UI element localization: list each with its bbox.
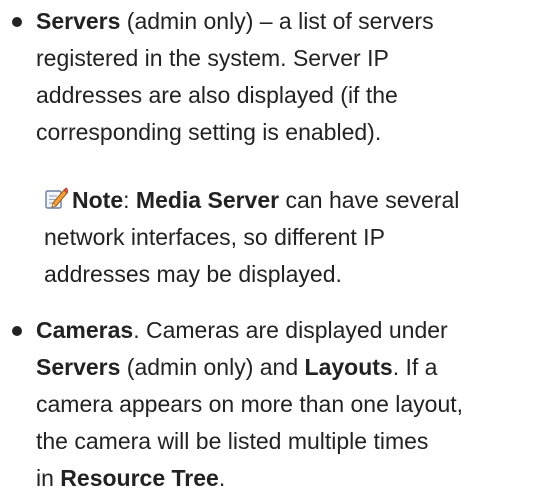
text-line: network interfaces, so different IP [44,224,385,250]
text-fragment: in [36,465,61,491]
text-fragment: : [123,187,136,213]
text-line: the camera will be listed multiple times [36,428,429,454]
list-item-text: Servers (admin only) – a list of servers… [36,3,546,151]
term-layouts: Layouts [304,354,393,380]
text-fragment: (admin only) – a list of servers [120,8,434,34]
text-line: in Resource Tree. [36,460,546,497]
list-item-text: Cameras. Cameras are displayed under Ser… [36,312,546,497]
text-fragment: . Cameras are displayed under [133,317,448,343]
text-line: Servers (admin only) – a list of servers [36,3,546,40]
text-line: camera appears on more than one layout, [36,391,464,417]
text-line: addresses are also displayed (if the [36,82,398,108]
text-fragment: can have several [279,187,460,213]
note-block: Note: Media Server can have several netw… [44,182,544,293]
term-servers: Servers [36,354,121,380]
list-item-cameras: Cameras. Cameras are displayed under Ser… [0,312,554,497]
list-item-servers: Servers (admin only) – a list of servers… [0,3,554,287]
bullet [12,326,22,336]
document: Servers (admin only) – a list of servers… [0,0,554,497]
text-fragment: . [218,465,226,491]
text-line: corresponding setting is enabled). [36,119,382,145]
text-line: Servers (admin only) and Layouts. If a [36,349,546,386]
term-cameras: Cameras [36,317,134,343]
note-label: Note [72,187,124,213]
text-line: Cameras. Cameras are displayed under [36,312,546,349]
bullet [12,17,22,27]
text-line: registered in the system. Server IP [36,45,389,71]
term-servers: Servers [36,8,121,34]
pencil-note-icon [44,184,70,209]
term-resource-tree: Resource Tree [60,465,219,491]
text-line: Note: Media Server can have several [44,182,544,219]
text-fragment: (admin only) and [120,354,305,380]
text-fragment: . If a [392,354,438,380]
term-media-server: Media Server [135,187,280,213]
text-line: addresses may be displayed. [44,261,342,287]
